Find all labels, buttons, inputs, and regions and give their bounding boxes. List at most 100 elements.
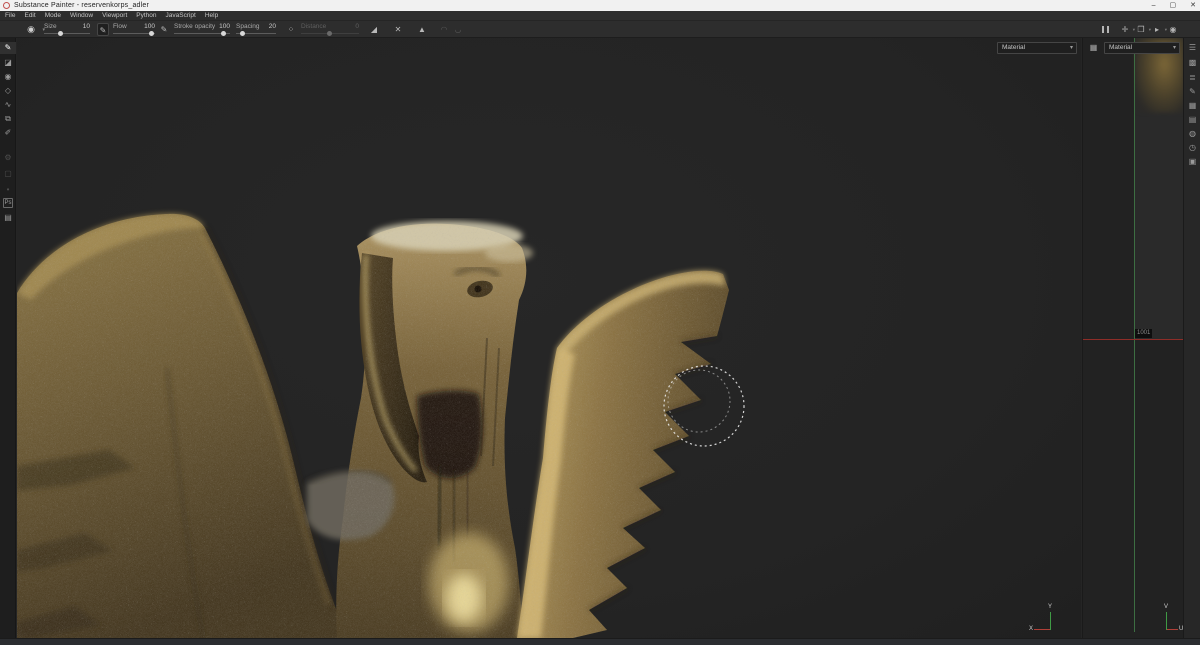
camera-mode-button[interactable]: ▸ ▾ [1150,23,1167,36]
dock-history-button[interactable]: ◷ [1184,142,1200,154]
polygon-fill-tool-button[interactable]: ◇ [0,85,16,97]
chevron-down-icon: ▾ [1069,45,1073,51]
size-slider-handle[interactable] [57,31,63,36]
size-label: Size [44,23,57,30]
projection-icon: ◉ [4,72,12,81]
stroke-opacity-value: 100 [219,23,230,30]
brush-preview-button[interactable]: ◉ ▾ [22,23,45,36]
spacing-slider[interactable]: Spacing 20 [236,23,276,36]
paint-tool-button[interactable]: ✎ [0,42,16,54]
shading-mode-value: Material [1002,44,1026,51]
v-axis-gizmo-line [1166,612,1167,630]
material-picker-button[interactable]: ✐ [0,127,16,139]
channels-grid-icon[interactable]: ▦ [1087,42,1100,54]
dock-textureset-list-button[interactable]: ▦ [1184,100,1200,112]
mirror-button[interactable]: ▲ [416,23,428,36]
menu-item-file[interactable]: File [5,12,15,19]
u-axis-gizmo-line [1167,629,1178,630]
stroke-align-button[interactable]: ⁘ [285,23,297,36]
perspective-box-icon: ❒ [1137,25,1144,34]
dock-menu-button[interactable]: ☰ [1184,42,1200,54]
projection-tool-button[interactable]: ◉ [0,71,16,83]
flow-slider[interactable]: Flow 100 [113,23,155,36]
stroke-opacity-slider-handle[interactable] [221,31,227,36]
pause-engine-button[interactable] [1099,23,1112,36]
mirror-icon: ▲ [418,25,426,34]
menu-item-mode[interactable]: Mode [45,12,61,19]
flow-slider-handle[interactable] [149,31,155,36]
frame-icon: ▣ [1188,157,1197,166]
channel-mode-dropdown[interactable]: Material ▾ [1104,42,1180,54]
distance-label: Distance [301,23,327,30]
rotation-snap-b-button: ◡ [452,23,464,36]
flow-pressure-toggle[interactable]: ✎ [158,23,170,36]
tools-sidebar: ✎ ◪ ◉ ◇ ∿ ⧉ ✐ ⚙ ▢ • Ps ▤ [0,38,16,638]
menubar: File Edit Mode Window Viewport Python Ja… [0,11,1200,21]
dock-brush-settings-button[interactable]: ✎ [1184,86,1200,98]
rotate-ccw-icon: ◡ [454,25,462,34]
size-pressure-toggle[interactable]: ✎ [97,23,109,36]
gizmo-2d: V U [1161,604,1183,636]
eagle-statue-render [17,213,745,638]
dot-icon: • [6,185,10,194]
resources-updater-button[interactable]: ▤ [0,212,16,224]
dock-shader-button[interactable]: ◍ [1184,128,1200,140]
dock-display-settings-button[interactable]: ▣ [1184,156,1200,168]
flow-value: 100 [144,23,155,30]
menu-item-edit[interactable]: Edit [24,12,35,19]
dock-textureset-settings-button[interactable]: ▩ [1184,57,1200,69]
menu-item-viewport[interactable]: Viewport [102,12,127,19]
hamburger-icon: ☰ [1188,43,1197,52]
gizmo-3d: Y X [1029,604,1066,636]
menu-item-help[interactable]: Help [205,12,218,19]
symmetry-toggle[interactable]: ✕ [392,23,404,36]
lazy-mouse-icon: ◢ [370,25,378,34]
screenshot-button[interactable]: ◉ [1166,23,1179,36]
move-icon: ✛ [1121,25,1129,34]
main-area: ✎ ◪ ◉ ◇ ∿ ⧉ ✐ ⚙ ▢ • Ps ▤ Material ▾ Y X … [0,38,1200,638]
size-slider[interactable]: Size 10 [44,23,90,36]
clock-icon: ◷ [1189,143,1196,152]
eraser-tool-button[interactable]: ◪ [0,57,16,69]
shading-mode-dropdown[interactable]: Material ▾ [997,42,1077,54]
projection-mode-button[interactable]: ❒ ▾ [1134,23,1151,36]
viewport-3d[interactable]: Material ▾ Y X [17,38,1081,638]
photoshop-export-button[interactable]: Ps [3,198,13,208]
grid-icon: ▦ [1188,101,1197,110]
eyedropper-icon: ✐ [4,128,12,137]
u-axis-line [1083,339,1183,340]
menu-item-window[interactable]: Window [70,12,93,19]
chevron-down-icon: ▾ [1172,45,1176,51]
spacing-slider-handle[interactable] [239,31,245,36]
plugin-frame-button: ▢ [0,168,16,180]
size-value: 10 [82,23,90,30]
align-dots-icon: ⁘ [287,25,295,34]
channel-mode-value: Material [1109,44,1133,51]
stroke-opacity-slider[interactable]: Stroke opacity 100 [174,23,230,36]
tool-options-bar: ◉ ▾ Size 10 ✎ Flow 100 ✎ Stroke opacity … [0,21,1200,38]
clone-tool-button[interactable]: ⧉ [0,113,16,125]
clone-stamp-icon: ⧉ [5,114,11,123]
maximize-button[interactable]: ▢ [1170,0,1177,11]
menu-item-python[interactable]: Python [136,12,156,19]
menu-item-javascript[interactable]: JavaScript [166,12,196,19]
smudge-icon: ∿ [4,100,12,109]
v-axis-label: V [1164,604,1169,610]
polygon-fill-icon: ◇ [4,86,12,95]
paint-brush-icon: ✎ [4,43,12,52]
dock-shelf-button[interactable]: ▤ [1184,114,1200,126]
lazy-mouse-toggle[interactable]: ◢ [368,23,380,36]
texture-settings-icon: ▩ [1188,58,1197,67]
gear-icon: ⚙ [4,153,12,162]
plugin-dot-button: • [0,184,16,196]
dock-layers-button[interactable]: ≣ [1184,72,1200,84]
close-button[interactable]: ✕ [1190,0,1196,11]
spacing-value: 20 [268,23,276,30]
smudge-tool-button[interactable]: ∿ [0,99,16,111]
titlebar: Substance Painter - reservenkorps_adler … [0,0,1200,11]
rotation-snap-a-button: ◠ [438,23,450,36]
minimize-button[interactable]: – [1152,0,1156,11]
viewport-2d[interactable]: 1001 ▦ Material ▾ V U [1082,38,1183,638]
size-slider-track[interactable] [44,33,90,34]
manipulator-button[interactable]: ✛ ▾ [1118,23,1135,36]
